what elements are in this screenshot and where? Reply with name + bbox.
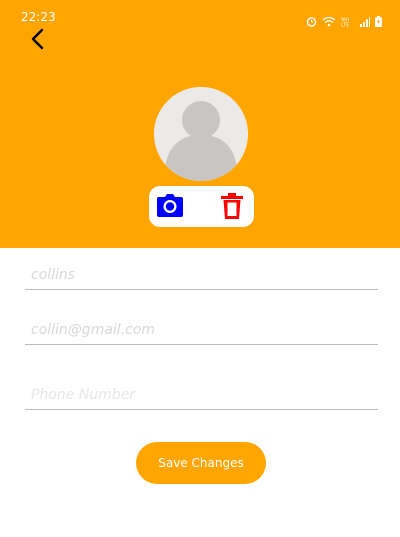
signal-icon (360, 12, 370, 31)
camera-icon (157, 194, 183, 217)
alarm-icon (306, 12, 317, 31)
battery-charging-icon (375, 12, 382, 31)
volte-icon: Vo) LTE (341, 12, 355, 31)
status-icons: Vo) LTE (306, 12, 382, 31)
phone-field[interactable] (25, 387, 378, 403)
delete-photo-button[interactable] (221, 192, 243, 220)
status-time: 22:23 (21, 10, 56, 24)
edit-profile-screen: 22:23 Vo) LTE collins collin@gmail.com P… (0, 0, 400, 537)
back-button[interactable] (28, 27, 50, 51)
default-user-avatar-icon (154, 87, 248, 181)
save-changes-button[interactable]: Save Changes (136, 442, 266, 484)
chevron-left-icon (31, 28, 44, 50)
name-field[interactable] (25, 267, 378, 283)
status-bar: 22:23 Vo) LTE (0, 0, 400, 34)
name-field-container (25, 264, 378, 290)
phone-field-container (25, 384, 378, 410)
email-field-container (25, 319, 378, 345)
photo-actions (149, 186, 254, 227)
profile-header: 22:23 Vo) LTE (0, 0, 400, 248)
email-field[interactable] (25, 322, 378, 338)
svg-text:LTE: LTE (341, 23, 349, 28)
camera-button[interactable] (156, 192, 184, 220)
avatar (154, 87, 248, 181)
wifi-icon (322, 12, 336, 31)
trash-icon (221, 193, 243, 219)
